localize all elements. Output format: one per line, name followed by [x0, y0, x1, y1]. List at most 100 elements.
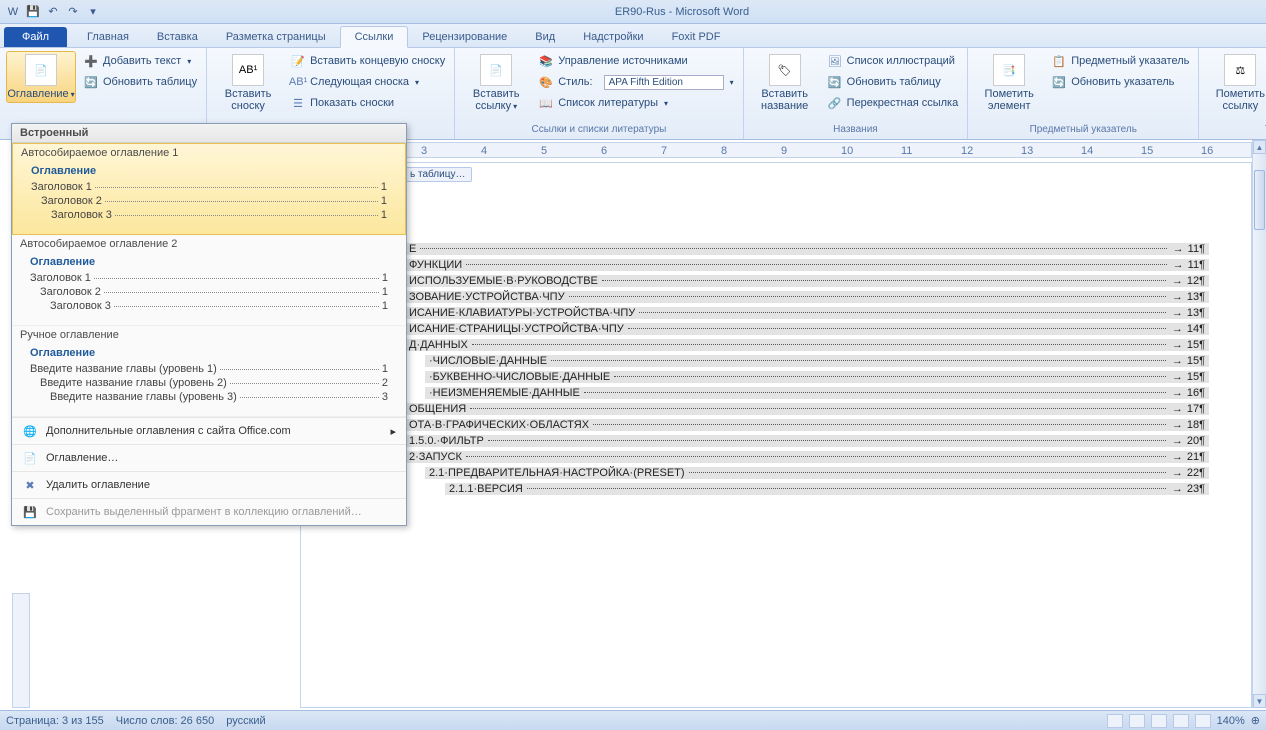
bibliography-button[interactable]: 📖Список литературы▾ [535, 93, 736, 113]
status-words[interactable]: Число слов: 26 650 [116, 715, 214, 727]
view-print-icon[interactable] [1107, 714, 1123, 728]
word-icon: W [4, 3, 22, 21]
next-footnote-icon: AB¹ [290, 74, 306, 90]
mark-entry-button[interactable]: 📑 Пометить элемент [974, 51, 1044, 115]
gallery-item-auto2[interactable]: Автособираемое оглавление 2 Оглавление З… [12, 235, 406, 326]
insert-footnote-button[interactable]: AB¹ Вставить сноску [213, 51, 283, 115]
toc-small-icon: 📄 [22, 450, 38, 466]
zoom-in-icon[interactable]: ⊕ [1251, 714, 1260, 727]
toc-row[interactable]: ФУНКЦИИ→11¶ [405, 259, 1209, 271]
update-icon: 🔄 [83, 74, 99, 90]
scroll-thumb[interactable] [1254, 170, 1265, 230]
field-tag[interactable]: ь таблицу… [403, 167, 472, 182]
citation-style-select[interactable]: 🎨Стиль: APA Fifth Edition▾ [535, 72, 736, 92]
toc-button[interactable]: 📄 Оглавление▾ [6, 51, 76, 103]
office-icon: 🌐 [22, 423, 38, 439]
insert-citation-button[interactable]: 📄 Вставить ссылку▾ [461, 51, 531, 115]
group-authorities-label: Таблица ссылок [1205, 123, 1266, 136]
status-page[interactable]: Страница: 3 из 155 [6, 715, 104, 727]
view-web-icon[interactable] [1151, 714, 1167, 728]
horizontal-ruler[interactable]: 2345678910111213141516 [300, 142, 1252, 158]
vertical-ruler[interactable] [12, 593, 30, 708]
sources-icon: 📚 [538, 53, 554, 69]
remove-toc[interactable]: ✖Удалить оглавление [12, 471, 406, 498]
next-footnote-button[interactable]: AB¹Следующая сноска▾ [287, 72, 448, 92]
more-toc-online[interactable]: 🌐Дополнительные оглавления с сайта Offic… [12, 417, 406, 444]
tab-view[interactable]: Вид [521, 27, 569, 47]
status-language[interactable]: русский [226, 715, 265, 727]
toc-row[interactable]: 2·ЗАПУСК→21¶ [405, 451, 1209, 463]
show-footnotes-button[interactable]: ☰Показать сноски [287, 93, 448, 113]
toc-row[interactable]: 1.5.0.·ФИЛЬТР→20¶ [405, 435, 1209, 447]
tab-foxit[interactable]: Foxit PDF [658, 27, 735, 47]
delete-icon: ✖ [22, 477, 38, 493]
toc-row[interactable]: ·НЕИЗМЕНЯЕМЫЕ·ДАННЫЕ→16¶ [425, 387, 1209, 399]
scroll-down-icon[interactable]: ▼ [1253, 694, 1266, 708]
mark-citation-button[interactable]: ⚖ Пометить ссылку [1205, 51, 1266, 115]
toc-row[interactable]: ОБЩЕНИЯ→17¶ [405, 403, 1209, 415]
manage-sources-button[interactable]: 📚Управление источниками [535, 51, 736, 71]
title-bar: W 💾 ↶ ↷ ▾ ER90-Rus - Microsoft Word [0, 0, 1266, 24]
mark-citation-icon: ⚖ [1224, 54, 1256, 86]
status-zoom[interactable]: 140% [1217, 715, 1245, 727]
cross-reference-button[interactable]: 🔗Перекрестная ссылка [824, 93, 962, 113]
toc-row[interactable]: ИСАНИЕ·СТРАНИЦЫ·УСТРОЙСТВА·ЧПУ→14¶ [405, 323, 1209, 335]
toc-gallery: Встроенный Автособираемое оглавление 1 О… [11, 123, 407, 526]
toc-row[interactable]: ИСПОЛЬЗУЕМЫЕ·В·РУКОВОДСТВЕ→12¶ [405, 275, 1209, 287]
mark-entry-icon: 📑 [993, 54, 1025, 86]
tab-insert[interactable]: Вставка [143, 27, 212, 47]
insert-index-button[interactable]: 📋Предметный указатель [1048, 51, 1192, 71]
preview-title: Оглавление [31, 165, 387, 177]
group-captions-label: Названия [750, 123, 962, 136]
update-toc-button[interactable]: 🔄Обновить таблицу [80, 72, 200, 92]
group-index-label: Предметный указатель [974, 123, 1192, 136]
toc-row[interactable]: ·ЧИСЛОВЫЕ·ДАННЫЕ→15¶ [425, 355, 1209, 367]
table-of-figures-button[interactable]: 🖼Список иллюстраций [824, 51, 962, 71]
update-figures-button[interactable]: 🔄Обновить таблицу [824, 72, 962, 92]
add-text-icon: ➕ [83, 53, 99, 69]
view-outline-icon[interactable] [1173, 714, 1189, 728]
toc-row[interactable]: 2.1.1·ВЕРСИЯ→23¶ [445, 483, 1209, 495]
tab-file[interactable]: Файл [4, 27, 67, 47]
toc-button-label: Оглавление [7, 88, 68, 100]
scroll-up-icon[interactable]: ▲ [1253, 140, 1266, 154]
vertical-scrollbar[interactable]: ▲ ▼ [1252, 140, 1266, 708]
group-captions: 🏷 Вставить название 🖼Список иллюстраций … [744, 48, 969, 139]
endnote-icon: 📝 [290, 53, 306, 69]
add-text-button[interactable]: ➕Добавить текст▾ [80, 51, 200, 71]
insert-caption-button[interactable]: 🏷 Вставить название [750, 51, 820, 115]
undo-icon[interactable]: ↶ [44, 3, 62, 21]
biblio-icon: 📖 [538, 95, 554, 111]
update-figures-icon: 🔄 [827, 74, 843, 90]
toc-row[interactable]: ИСАНИЕ·КЛАВИАТУРЫ·УСТРОЙСТВА·ЧПУ→13¶ [405, 307, 1209, 319]
toc-row[interactable]: 2.1·ПРЕДВАРИТЕЛЬНАЯ·НАСТРОЙКА·(PRESET)→2… [425, 467, 1209, 479]
group-citations-label: Ссылки и списки литературы [461, 123, 736, 136]
toc-row[interactable]: ·БУКВЕННО-ЧИСЛОВЫЕ·ДАННЫЕ→15¶ [425, 371, 1209, 383]
toc-row[interactable]: Е→11¶ [405, 243, 1209, 255]
show-notes-icon: ☰ [290, 95, 306, 111]
quick-access-toolbar: W 💾 ↶ ↷ ▾ [4, 3, 102, 21]
document-area[interactable]: ь таблицу… Е→11¶ ФУНКЦИИ→11¶ ИСПОЛЬЗУЕМЫЕ·… [300, 162, 1252, 708]
toc-row[interactable]: ОТА·В·ГРАФИЧЕСКИХ·ОБЛАСТЯХ→18¶ [405, 419, 1209, 431]
toc-row[interactable]: ЗОВАНИЕ·УСТРОЙСТВА·ЧПУ→13¶ [405, 291, 1209, 303]
view-reading-icon[interactable] [1129, 714, 1145, 728]
toc-row[interactable]: Д·ДАННЫХ→15¶ [405, 339, 1209, 351]
custom-toc[interactable]: 📄Оглавление… [12, 444, 406, 471]
qat-dropdown-icon[interactable]: ▾ [84, 3, 102, 21]
tab-page-layout[interactable]: Разметка страницы [212, 27, 340, 47]
save-toc-selection: 💾Сохранить выделенный фрагмент в коллекц… [12, 498, 406, 525]
insert-endnote-button[interactable]: 📝Вставить концевую сноску [287, 51, 448, 71]
redo-icon[interactable]: ↷ [64, 3, 82, 21]
update-index-icon: 🔄 [1051, 74, 1067, 90]
tab-references[interactable]: Ссылки [340, 26, 409, 48]
citation-icon: 📄 [480, 54, 512, 86]
save-icon[interactable]: 💾 [24, 3, 42, 21]
tab-addins[interactable]: Надстройки [569, 27, 657, 47]
tab-home[interactable]: Главная [73, 27, 143, 47]
update-index-button[interactable]: 🔄Обновить указатель [1048, 72, 1192, 92]
view-draft-icon[interactable] [1195, 714, 1211, 728]
tab-review[interactable]: Рецензирование [408, 27, 521, 47]
gallery-item-manual[interactable]: Ручное оглавление Оглавление Введите наз… [12, 326, 406, 417]
gallery-item-auto1[interactable]: Автособираемое оглавление 1 Оглавление З… [12, 143, 406, 235]
window-title: ER90-Rus - Microsoft Word [102, 6, 1262, 18]
